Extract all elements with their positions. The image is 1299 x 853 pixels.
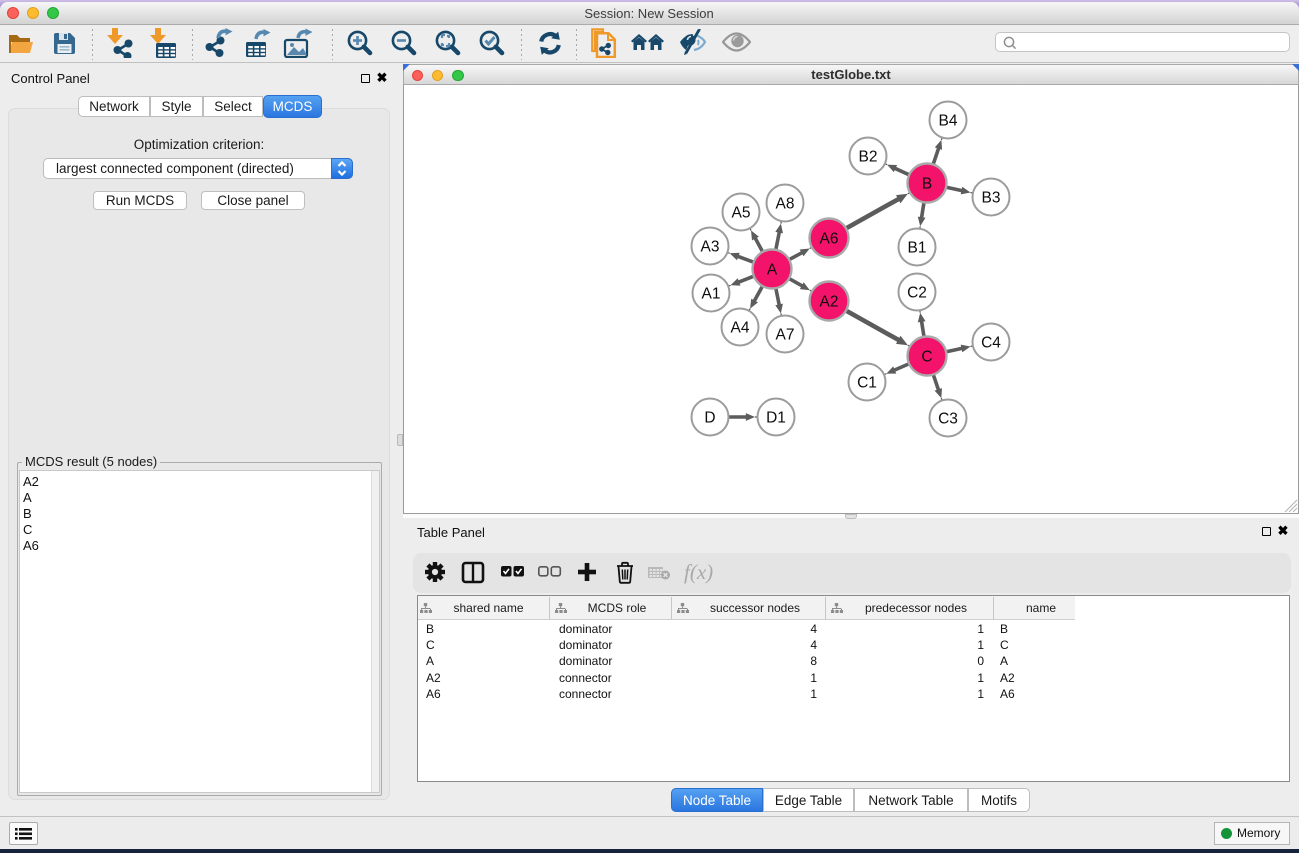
- svg-text:A8: A8: [776, 196, 795, 213]
- svg-text:A3: A3: [701, 239, 720, 256]
- svg-text:B3: B3: [982, 190, 1001, 207]
- svg-text:B: B: [922, 176, 932, 193]
- svg-text:A6: A6: [820, 231, 839, 248]
- svg-text:B4: B4: [939, 113, 958, 130]
- svg-text:C4: C4: [981, 335, 1001, 352]
- svg-text:D: D: [704, 410, 715, 427]
- svg-text:A2: A2: [820, 294, 839, 311]
- svg-text:D1: D1: [766, 410, 786, 427]
- svg-text:C: C: [921, 349, 932, 366]
- svg-text:C2: C2: [907, 285, 927, 302]
- svg-text:B2: B2: [859, 149, 878, 166]
- svg-text:A: A: [767, 262, 778, 279]
- svg-text:C1: C1: [857, 375, 877, 392]
- svg-text:A1: A1: [702, 286, 721, 303]
- svg-text:C3: C3: [938, 411, 958, 428]
- svg-text:A4: A4: [731, 320, 750, 337]
- svg-text:A5: A5: [732, 205, 751, 222]
- svg-text:A7: A7: [776, 327, 795, 344]
- svg-text:B1: B1: [908, 240, 927, 257]
